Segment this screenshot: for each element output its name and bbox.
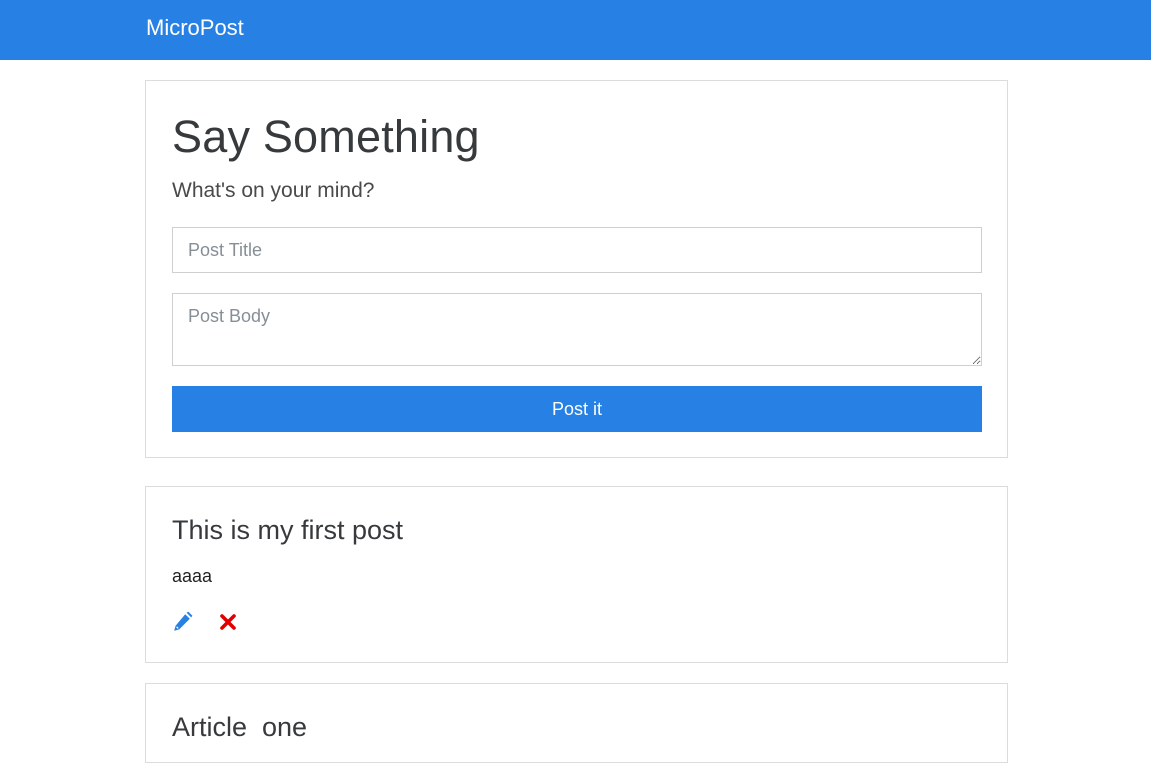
post-body-input[interactable] [172, 293, 982, 366]
post-body: aaaa [172, 566, 213, 586]
post-title: Article one [172, 712, 308, 742]
edit-post-button[interactable] [171, 611, 193, 633]
pencil-icon [174, 611, 193, 631]
composer-card: Say Something What's on your mind? Post … [145, 80, 1008, 458]
post-it-button[interactable]: Post it [172, 386, 982, 432]
post-title-input[interactable] [172, 227, 982, 273]
post-title: This is my first post [172, 515, 404, 545]
navbar: MicroPost [0, 0, 1151, 60]
post-card: Article one [145, 683, 1008, 763]
remove-icon [220, 614, 236, 630]
post-card: This is my first post aaaa [145, 486, 1008, 663]
delete-post-button[interactable] [217, 611, 239, 633]
composer-heading: Say Something [172, 111, 480, 162]
brand-link[interactable]: MicroPost [146, 14, 244, 42]
composer-lead: What's on your mind? [172, 179, 375, 202]
